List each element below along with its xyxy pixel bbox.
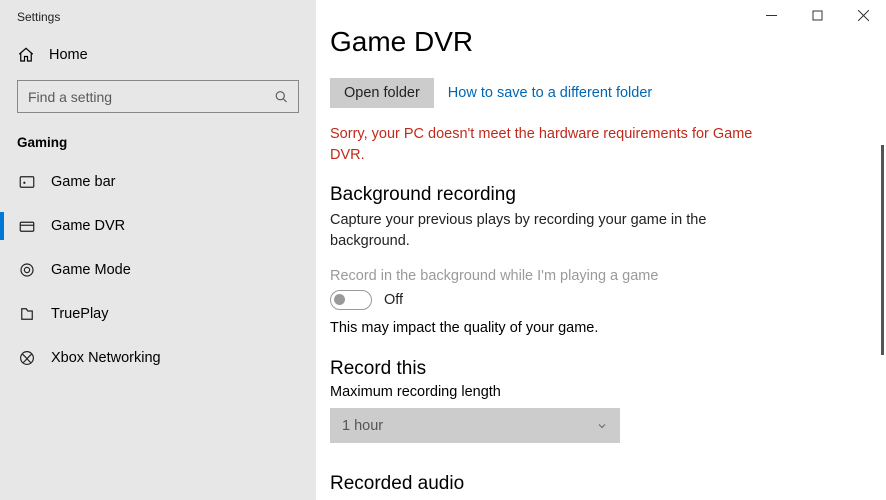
search-wrap bbox=[17, 80, 299, 113]
dvr-icon bbox=[17, 217, 37, 235]
background-recording-desc: Capture your previous plays by recording… bbox=[330, 210, 760, 252]
minimize-button[interactable] bbox=[748, 0, 794, 30]
sidebar-home[interactable]: Home bbox=[0, 38, 316, 74]
folder-row: Open folder How to save to a different f… bbox=[330, 78, 846, 108]
window-title: Settings bbox=[0, 6, 316, 38]
search-input[interactable] bbox=[17, 80, 299, 113]
sidebar-section-label: Gaming bbox=[0, 113, 316, 160]
sidebar-item-game-mode[interactable]: Game Mode bbox=[0, 248, 316, 292]
maximize-button[interactable] bbox=[794, 0, 840, 30]
max-length-value: 1 hour bbox=[342, 418, 383, 434]
sidebar-item-game-dvr[interactable]: Game DVR bbox=[0, 204, 316, 248]
error-message: Sorry, your PC doesn't meet the hardware… bbox=[330, 124, 770, 166]
window-controls bbox=[748, 0, 886, 30]
sidebar-item-label: Xbox Networking bbox=[51, 350, 161, 366]
content-area: Game DVR Open folder How to save to a di… bbox=[316, 0, 886, 500]
open-folder-button[interactable]: Open folder bbox=[330, 78, 434, 108]
sidebar-item-label: Game DVR bbox=[51, 218, 125, 234]
chevron-down-icon bbox=[596, 420, 608, 432]
close-button[interactable] bbox=[840, 0, 886, 30]
max-length-label: Maximum recording length bbox=[330, 384, 846, 400]
background-toggle-label: Record in the background while I'm playi… bbox=[330, 268, 846, 284]
sidebar-item-label: TruePlay bbox=[51, 306, 108, 322]
sidebar: Settings Home Gaming Game bar bbox=[0, 0, 316, 500]
gamebar-icon bbox=[17, 173, 37, 191]
page-title: Game DVR bbox=[330, 26, 846, 58]
recorded-audio-heading: Recorded audio bbox=[330, 473, 846, 495]
background-impact-text: This may impact the quality of your game… bbox=[330, 320, 846, 336]
sidebar-item-xbox-networking[interactable]: Xbox Networking bbox=[0, 336, 316, 380]
sidebar-item-trueplay[interactable]: TruePlay bbox=[0, 292, 316, 336]
gamemode-icon bbox=[17, 261, 37, 279]
scrollbar[interactable] bbox=[881, 145, 884, 355]
background-toggle-row: Off bbox=[330, 290, 846, 310]
background-toggle-state: Off bbox=[384, 292, 403, 308]
sidebar-nav: Game bar Game DVR Game Mode TruePlay bbox=[0, 160, 316, 380]
sidebar-item-game-bar[interactable]: Game bar bbox=[0, 160, 316, 204]
home-icon bbox=[17, 46, 35, 64]
background-toggle[interactable] bbox=[330, 290, 372, 310]
sidebar-home-label: Home bbox=[49, 47, 88, 63]
xbox-icon bbox=[17, 349, 37, 367]
help-link[interactable]: How to save to a different folder bbox=[448, 85, 652, 101]
max-length-dropdown[interactable]: 1 hour bbox=[330, 408, 620, 443]
sidebar-item-label: Game bar bbox=[51, 174, 115, 190]
sidebar-item-label: Game Mode bbox=[51, 262, 131, 278]
trueplay-icon bbox=[17, 305, 37, 323]
background-recording-heading: Background recording bbox=[330, 184, 846, 206]
record-this-heading: Record this bbox=[330, 358, 846, 380]
